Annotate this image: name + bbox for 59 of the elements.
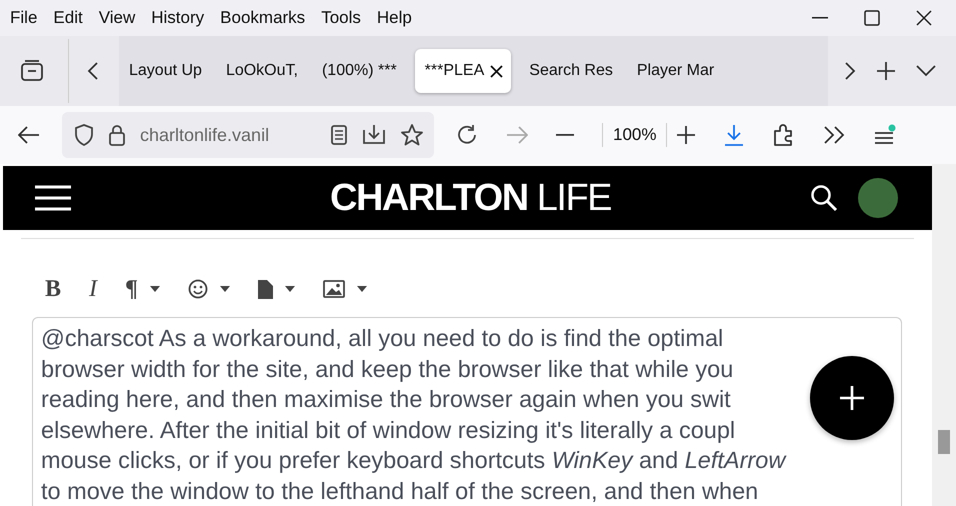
minimize-icon[interactable] bbox=[812, 17, 828, 19]
browser-tab[interactable]: Layout Up bbox=[123, 49, 208, 93]
address-bar[interactable]: charltonlife.vanil bbox=[62, 112, 434, 158]
avatar[interactable] bbox=[858, 178, 898, 218]
close-icon[interactable] bbox=[916, 10, 932, 26]
menu-item[interactable]: Tools bbox=[321, 8, 361, 28]
download-icon[interactable] bbox=[723, 124, 746, 146]
chevron-right-icon[interactable] bbox=[844, 61, 856, 81]
caret-icon[interactable] bbox=[356, 286, 367, 292]
caret-icon[interactable] bbox=[150, 286, 160, 292]
smiley-icon[interactable] bbox=[188, 279, 208, 299]
text-line: to move the window to the lefthand half of the screen, and then when bbox=[41, 476, 758, 506]
lock-icon bbox=[108, 124, 126, 146]
menu-item[interactable]: History bbox=[151, 8, 204, 28]
menu-item[interactable]: File bbox=[10, 8, 38, 28]
scrollbar-thumb[interactable] bbox=[938, 430, 950, 454]
zoom-level[interactable]: 100% bbox=[613, 125, 656, 145]
reader-view-icon[interactable] bbox=[330, 124, 348, 146]
caret-icon[interactable] bbox=[220, 286, 230, 292]
plus-icon bbox=[840, 386, 864, 410]
file-icon[interactable] bbox=[258, 280, 273, 298]
close-icon[interactable] bbox=[490, 64, 504, 78]
browser-tab[interactable]: LoOkOuT, bbox=[220, 49, 304, 93]
chevrons-right-icon[interactable] bbox=[823, 126, 846, 144]
add-button[interactable] bbox=[810, 356, 894, 440]
search-icon[interactable] bbox=[810, 184, 838, 212]
browser-tab[interactable]: Search Res bbox=[523, 49, 619, 93]
menu-icon[interactable] bbox=[873, 124, 898, 146]
zoom-in-icon[interactable] bbox=[677, 126, 696, 144]
menu-icon[interactable] bbox=[35, 185, 71, 211]
url-text: charltonlife.vanil bbox=[140, 124, 270, 146]
text-line: elsewhere. After the initial bit of window resizing it's literally a coupl bbox=[41, 416, 736, 445]
text-line: reading here, and then maximise the browser again when you swit bbox=[41, 385, 731, 414]
browser-tab[interactable]: ***PLEA bbox=[414, 49, 512, 93]
reload-icon[interactable] bbox=[456, 124, 478, 146]
shield-icon[interactable] bbox=[74, 124, 94, 146]
format-button[interactable]: B bbox=[45, 276, 62, 302]
menu-item[interactable]: Edit bbox=[53, 8, 83, 28]
chevron-down-icon[interactable] bbox=[916, 65, 936, 77]
menu-item[interactable]: Help bbox=[376, 8, 412, 28]
maximize-icon[interactable] bbox=[864, 10, 880, 26]
back-icon[interactable] bbox=[18, 126, 40, 144]
chevron-left-icon[interactable] bbox=[87, 61, 99, 81]
new-tab-icon[interactable] bbox=[876, 61, 896, 81]
browser-tab[interactable]: Player Mar bbox=[630, 49, 720, 93]
star-icon[interactable] bbox=[400, 124, 424, 146]
site-logo[interactable]: CHARLTON LIFE bbox=[131, 176, 810, 220]
menu-item[interactable]: Bookmarks bbox=[220, 8, 306, 28]
format-button[interactable]: I bbox=[89, 276, 98, 302]
tray-icon[interactable] bbox=[20, 60, 44, 82]
text-line: @charscot As a workaround, all you need to do is find the optimal bbox=[41, 324, 724, 353]
image-icon[interactable] bbox=[322, 280, 345, 298]
format-button[interactable]: ¶ bbox=[125, 276, 138, 302]
caret-icon[interactable] bbox=[284, 286, 295, 292]
browser-tab[interactable]: (100%) *** bbox=[316, 49, 403, 93]
menu-item[interactable]: View bbox=[98, 8, 136, 28]
text-line: browser width for the site, and keep the browser like that while you bbox=[41, 354, 734, 384]
text-line: mouse clicks, or if you prefer keyboard shortcuts WinKey and LeftArrow bbox=[41, 446, 786, 475]
download-page-icon[interactable] bbox=[362, 124, 386, 146]
